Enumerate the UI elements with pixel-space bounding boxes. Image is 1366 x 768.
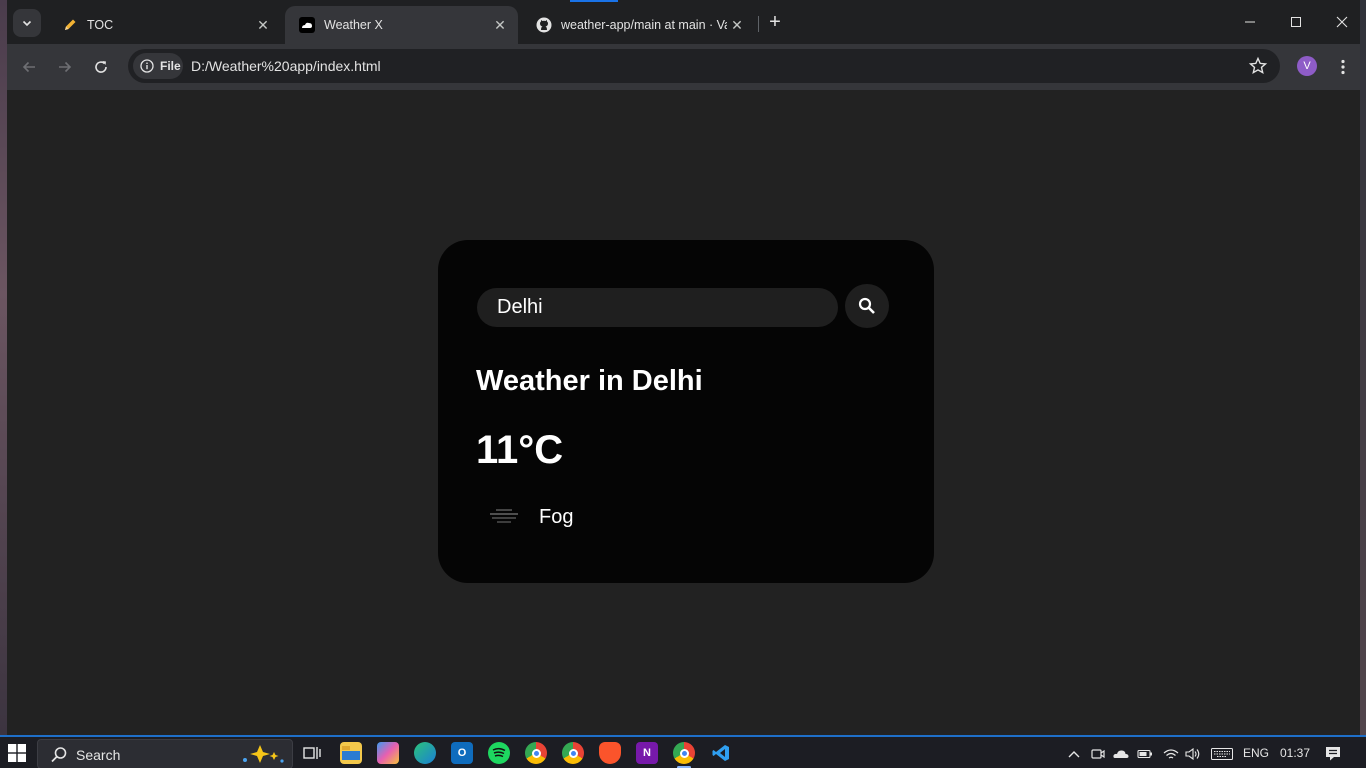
onedrive-cloud-icon[interactable]: [1113, 746, 1129, 762]
info-icon: [140, 59, 154, 73]
new-tab-button[interactable]: +: [765, 12, 785, 32]
tab-toc[interactable]: TOC ✕: [48, 6, 281, 44]
tab-title: TOC: [87, 18, 114, 32]
url-text[interactable]: D:/Weather%20app/index.html: [191, 58, 381, 74]
back-button[interactable]: [17, 55, 41, 79]
taskbar-search-label: Search: [76, 747, 121, 763]
onenote-icon[interactable]: N: [636, 742, 658, 764]
tab-search-button[interactable]: [13, 9, 41, 37]
browser-window: TOC ✕ Weather X ✕ weather-app/main at ma…: [7, 0, 1360, 735]
volume-icon[interactable]: [1185, 746, 1201, 762]
close-tab-icon[interactable]: ✕: [490, 15, 510, 35]
weather-condition: Fog: [539, 506, 574, 528]
github-icon: [536, 17, 552, 33]
copilot-icon[interactable]: [377, 742, 399, 764]
page-viewport: Weather in Delhi 11°C Fog: [7, 90, 1360, 735]
tab-title: weather-app/main at main · Va: [561, 18, 727, 32]
profile-avatar[interactable]: V: [1297, 56, 1317, 76]
tab-strip: TOC ✕ Weather X ✕ weather-app/main at ma…: [7, 0, 1360, 44]
file-explorer-icon[interactable]: [340, 742, 362, 764]
keyboard-icon[interactable]: [1211, 746, 1233, 762]
clock[interactable]: 01:37: [1280, 746, 1310, 760]
arrow-right-icon: [59, 61, 72, 73]
address-bar[interactable]: File D:/Weather%20app/index.html: [128, 49, 1280, 83]
desktop-wallpaper-edge-right: [1360, 0, 1366, 735]
tab-separator: [758, 16, 759, 32]
minimize-button[interactable]: [1238, 10, 1262, 34]
close-tab-icon[interactable]: ✕: [727, 15, 747, 35]
browser-toolbar: File D:/Weather%20app/index.html V: [7, 44, 1360, 90]
wifi-icon[interactable]: [1163, 746, 1179, 762]
site-chip-label: File: [160, 59, 181, 73]
maximize-button[interactable]: [1284, 10, 1308, 34]
close-window-button[interactable]: [1330, 10, 1354, 34]
windows-start-icon[interactable]: [8, 744, 26, 762]
search-icon: [858, 297, 875, 314]
browser-menu-button[interactable]: [1333, 55, 1353, 79]
task-view-icon[interactable]: [301, 742, 323, 764]
pencil-icon: [62, 17, 78, 33]
chevron-down-icon: [22, 20, 32, 27]
spotify-icon[interactable]: [488, 742, 510, 764]
chevron-up-icon[interactable]: [1066, 746, 1082, 762]
city-heading: Weather in Delhi: [476, 365, 703, 397]
edge-icon[interactable]: [414, 742, 436, 764]
more-vert-icon: [1341, 59, 1345, 75]
tab-github[interactable]: weather-app/main at main · Va ✕: [522, 6, 755, 44]
temperature: 11°C: [476, 428, 564, 472]
search-button[interactable]: [845, 284, 889, 328]
reload-button[interactable]: [89, 55, 113, 79]
vscode-icon[interactable]: [710, 742, 732, 764]
weather-card: Weather in Delhi 11°C Fog: [438, 240, 934, 583]
arrow-left-icon: [22, 61, 35, 73]
brave-icon[interactable]: [599, 742, 621, 764]
fog-icon: [490, 509, 518, 523]
tab-title: Weather X: [324, 18, 383, 32]
chrome-icon[interactable]: [525, 742, 547, 764]
taskbar-search-box[interactable]: Search: [37, 739, 293, 768]
minimize-icon: [1245, 21, 1255, 23]
bookmark-star-icon[interactable]: [1248, 56, 1268, 76]
sparkle-icon: [243, 745, 284, 763]
taskbar: Search O N ENG 01:37: [0, 735, 1366, 768]
notification-icon[interactable]: [1325, 746, 1341, 762]
chrome-active-icon[interactable]: [673, 742, 695, 768]
camera-icon[interactable]: [1090, 746, 1106, 762]
search-icon: [51, 747, 67, 763]
tab-strip-accent: [570, 0, 618, 2]
language-indicator[interactable]: ENG: [1243, 746, 1269, 760]
close-tab-icon[interactable]: ✕: [253, 15, 273, 35]
outlook-icon[interactable]: O: [451, 742, 473, 764]
city-search-input[interactable]: [477, 288, 838, 327]
tab-weather-x[interactable]: Weather X ✕: [285, 6, 518, 44]
site-info-chip[interactable]: File: [133, 53, 183, 79]
reload-icon: [95, 61, 107, 73]
close-icon: [1336, 16, 1348, 28]
chrome-profile-icon[interactable]: [562, 742, 584, 764]
cloud-icon: [299, 17, 315, 33]
maximize-icon: [1291, 17, 1301, 27]
forward-button[interactable]: [53, 55, 77, 79]
battery-icon[interactable]: [1137, 746, 1153, 762]
